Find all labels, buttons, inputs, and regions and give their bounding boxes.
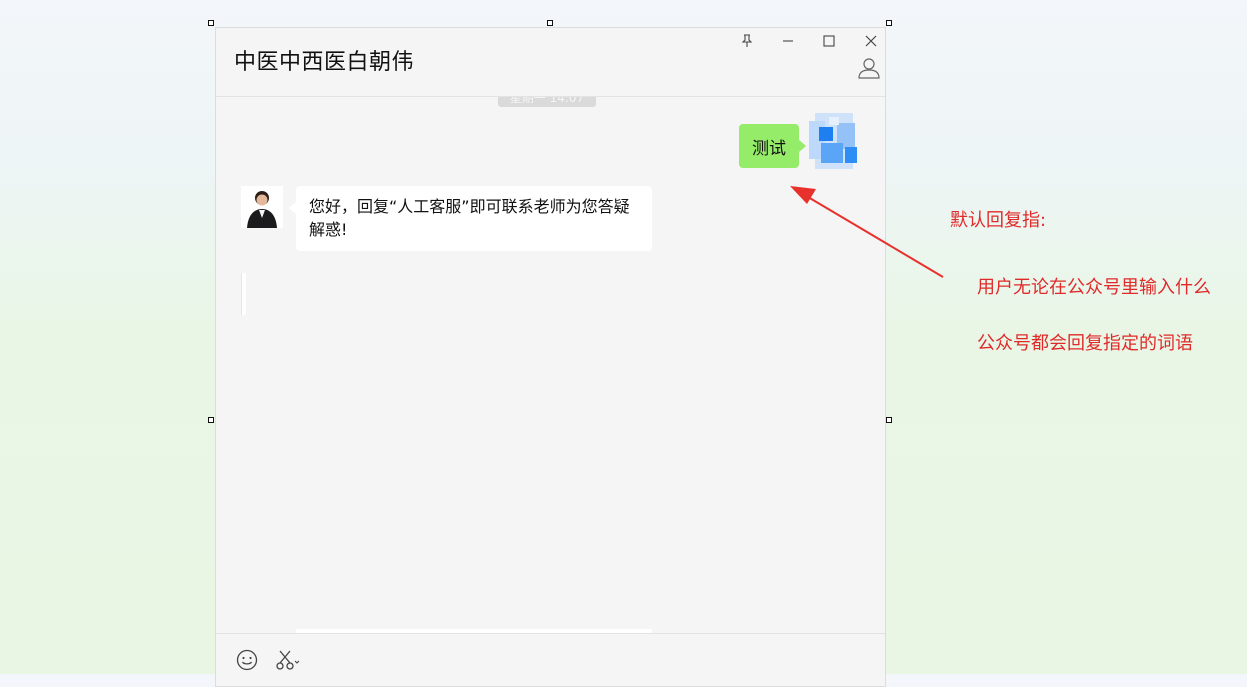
- selection-handle[interactable]: [886, 417, 892, 423]
- selection-handle[interactable]: [886, 20, 892, 26]
- selection-handle[interactable]: [208, 417, 214, 423]
- self-avatar[interactable]: [809, 113, 861, 169]
- pin-icon[interactable]: [736, 30, 758, 52]
- selection-handle[interactable]: [208, 20, 214, 26]
- contact-avatar[interactable]: [241, 186, 283, 228]
- message-card-fragment: [241, 273, 246, 315]
- annotation-line-2: 公众号都会回复指定的词语: [977, 333, 1193, 354]
- chat-window: 中医中西医白朝伟 星期一 14:07 测试 您好，回复“人工客服”即可联系老师为…: [215, 27, 886, 687]
- close-icon[interactable]: [860, 30, 882, 52]
- chat-title: 中医中西医白朝伟: [234, 50, 415, 75]
- input-toolbar: [216, 633, 885, 686]
- emoji-icon[interactable]: [236, 649, 258, 675]
- minimize-icon[interactable]: [777, 30, 799, 52]
- annotation-line-1: 用户无论在公众号里输入什么: [977, 277, 1211, 298]
- message-bubble-self[interactable]: 测试: [739, 124, 806, 168]
- maximize-icon[interactable]: [818, 30, 840, 52]
- title-bar: 中医中西医白朝伟: [216, 28, 885, 97]
- chat-message-area[interactable]: 星期一 14:07 测试 您好，回复“人工客服”即可联系老师为您答疑解惑!: [216, 97, 885, 634]
- profile-icon[interactable]: [857, 56, 881, 80]
- annotation-heading: 默认回复指:: [950, 210, 1047, 231]
- message-bubble-other[interactable]: 您好，回复“人工客服”即可联系老师为您答疑解惑!: [289, 186, 652, 251]
- timestamp-label: 星期一 14:07: [498, 97, 596, 107]
- screenshot-scissors-icon[interactable]: [276, 649, 302, 675]
- selection-handle[interactable]: [547, 20, 553, 26]
